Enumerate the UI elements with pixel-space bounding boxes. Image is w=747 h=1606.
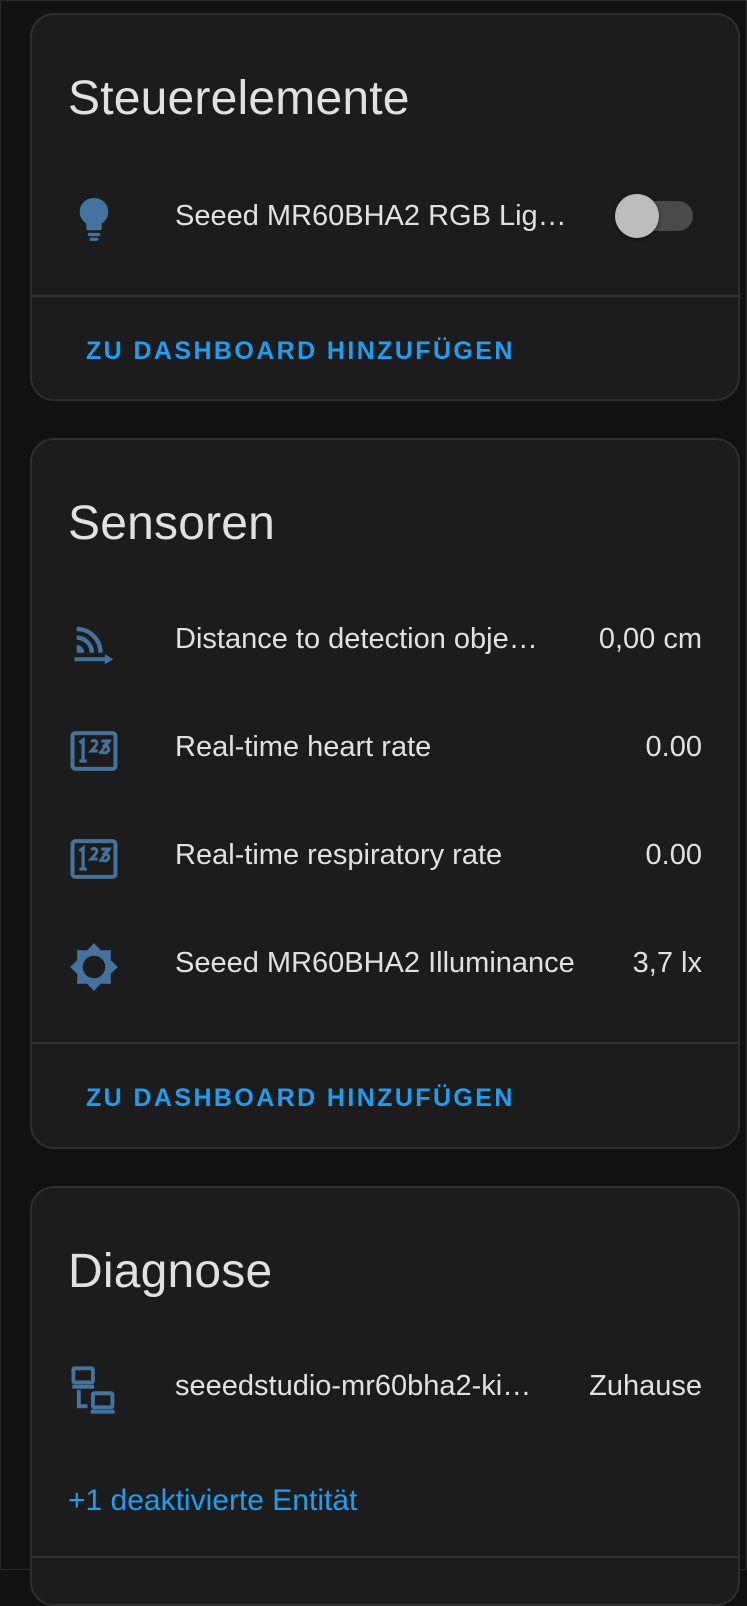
- diagnostic-label: seeedstudio-mr60bha2-ki…: [175, 1370, 532, 1402]
- sensor-value: 0.00: [645, 839, 702, 871]
- sensor-row-respiratory-rate[interactable]: Real-time respiratory rate 0.00: [32, 827, 738, 887]
- diagnostics-card-title: Diagnose: [68, 1245, 273, 1298]
- sensor-value: 0.00: [645, 731, 702, 763]
- rgb-light-toggle[interactable]: [615, 194, 693, 238]
- numeric-icon: [68, 833, 120, 885]
- numeric-icon: [68, 725, 120, 777]
- diagnostic-value: Zuhause: [589, 1370, 702, 1402]
- sensors-card: Sensoren Distance to detection obje… 0,0…: [30, 438, 740, 1149]
- signal-distance-icon: [68, 617, 120, 669]
- sensor-value: 3,7 lx: [632, 947, 702, 979]
- network-icon: [68, 1364, 120, 1416]
- sensor-label: Real-time heart rate: [175, 731, 432, 763]
- controls-add-to-dashboard-button[interactable]: ZU DASHBOARD HINZUFÜGEN: [86, 337, 515, 366]
- sensors-divider: [32, 1042, 738, 1044]
- sensor-label: Distance to detection obje…: [175, 623, 538, 655]
- diagnostic-row-network[interactable]: seeedstudio-mr60bha2-ki… Zuhause: [32, 1358, 738, 1418]
- toggle-thumb: [615, 194, 659, 238]
- controls-card: Steuerelemente Seeed MR60BHA2 RGB Lig… Z…: [30, 13, 740, 401]
- control-label: Seeed MR60BHA2 RGB Lig…: [175, 200, 567, 232]
- lightbulb-icon: [68, 194, 120, 246]
- diagnostics-divider: [32, 1556, 738, 1558]
- sensors-add-to-dashboard-button[interactable]: ZU DASHBOARD HINZUFÜGEN: [86, 1084, 515, 1113]
- sensor-label: Seeed MR60BHA2 Illuminance: [175, 947, 575, 979]
- sensor-value: 0,00 cm: [598, 623, 702, 655]
- sensors-card-title: Sensoren: [68, 497, 276, 550]
- sensor-row-distance[interactable]: Distance to detection obje… 0,00 cm: [32, 611, 738, 671]
- brightness-icon: [68, 941, 120, 993]
- disabled-entities-link[interactable]: +1 deaktivierte Entität: [68, 1484, 357, 1518]
- diagnostics-card: Diagnose seeedstudio-mr60bha2-ki… Zuhaus…: [30, 1186, 740, 1606]
- sensor-row-heart-rate[interactable]: Real-time heart rate 0.00: [32, 719, 738, 779]
- controls-divider: [32, 295, 738, 297]
- controls-card-title: Steuerelemente: [68, 72, 410, 125]
- sensor-label: Real-time respiratory rate: [175, 839, 503, 871]
- sensor-row-illuminance[interactable]: Seeed MR60BHA2 Illuminance 3,7 lx: [32, 935, 738, 995]
